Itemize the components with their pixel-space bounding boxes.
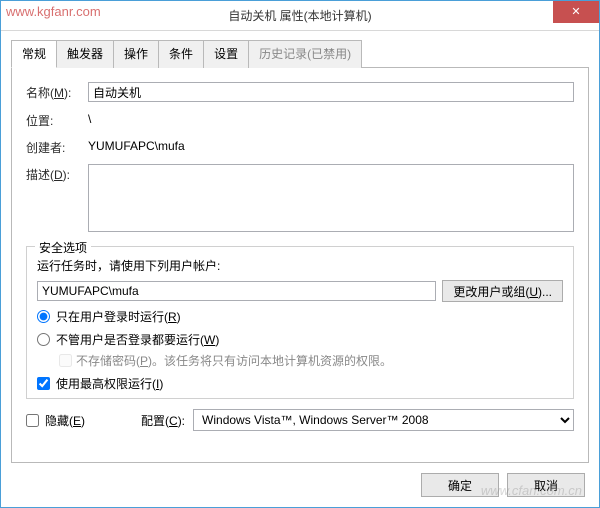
run-as-label: 运行任务时，请使用下列用户帐户:	[37, 257, 563, 274]
tab-history[interactable]: 历史记录(已禁用)	[248, 40, 362, 68]
tab-triggers[interactable]: 触发器	[56, 40, 114, 68]
checkbox-highest-privileges-input[interactable]	[37, 377, 50, 390]
creator-label: 创建者:	[26, 137, 88, 156]
radio-run-logged-on[interactable]: 只在用户登录时运行(R)	[37, 308, 563, 325]
tab-settings[interactable]: 设置	[203, 40, 249, 68]
location-label: 位置:	[26, 110, 88, 129]
configure-for-label: 配置(C):	[141, 412, 185, 429]
ok-button[interactable]: 确定	[421, 473, 499, 497]
security-options-group: 安全选项 运行任务时，请使用下列用户帐户: 更改用户或组(U)... 只在用户登…	[26, 246, 574, 399]
tab-strip: 常规 触发器 操作 条件 设置 历史记录(已禁用)	[11, 39, 589, 68]
window-title: 自动关机 属性(本地计算机)	[47, 7, 553, 24]
location-value: \	[88, 110, 91, 126]
radio-run-always-input[interactable]	[37, 333, 50, 346]
radio-run-logged-on-input[interactable]	[37, 310, 50, 323]
tab-panel-general: 名称(M): 位置: \ 创建者: YUMUFAPC\mufa 描述(D): 安…	[11, 68, 589, 463]
close-button[interactable]: ✕	[553, 1, 599, 23]
change-user-button[interactable]: 更改用户或组(U)...	[442, 280, 563, 302]
description-label: 描述(D):	[26, 164, 88, 232]
tab-actions[interactable]: 操作	[113, 40, 159, 68]
checkbox-hidden[interactable]: 隐藏(E)	[26, 412, 85, 429]
radio-run-always[interactable]: 不管用户是否登录都要运行(W)	[37, 331, 563, 348]
dialog-window: 自动关机 属性(本地计算机) ✕ 常规 触发器 操作 条件 设置 历史记录(已禁…	[0, 0, 600, 508]
checkbox-no-store-password-input	[59, 354, 72, 367]
checkbox-highest-privileges[interactable]: 使用最高权限运行(I)	[37, 375, 563, 392]
cancel-button[interactable]: 取消	[507, 473, 585, 497]
tab-general[interactable]: 常规	[11, 40, 57, 68]
tab-conditions[interactable]: 条件	[158, 40, 204, 68]
name-input[interactable]	[88, 82, 574, 102]
security-legend: 安全选项	[35, 239, 91, 256]
checkbox-no-store-password: 不存储密码(P)。该任务将只有访问本地计算机资源的权限。	[59, 352, 563, 369]
description-input[interactable]	[88, 164, 574, 232]
configure-for-select[interactable]: Windows Vista™, Windows Server™ 2008	[193, 409, 574, 431]
titlebar: 自动关机 属性(本地计算机) ✕	[1, 1, 599, 31]
creator-value: YUMUFAPC\mufa	[88, 137, 185, 153]
checkbox-hidden-input[interactable]	[26, 414, 39, 427]
user-account-field	[37, 281, 436, 301]
name-label: 名称(M):	[26, 82, 88, 101]
